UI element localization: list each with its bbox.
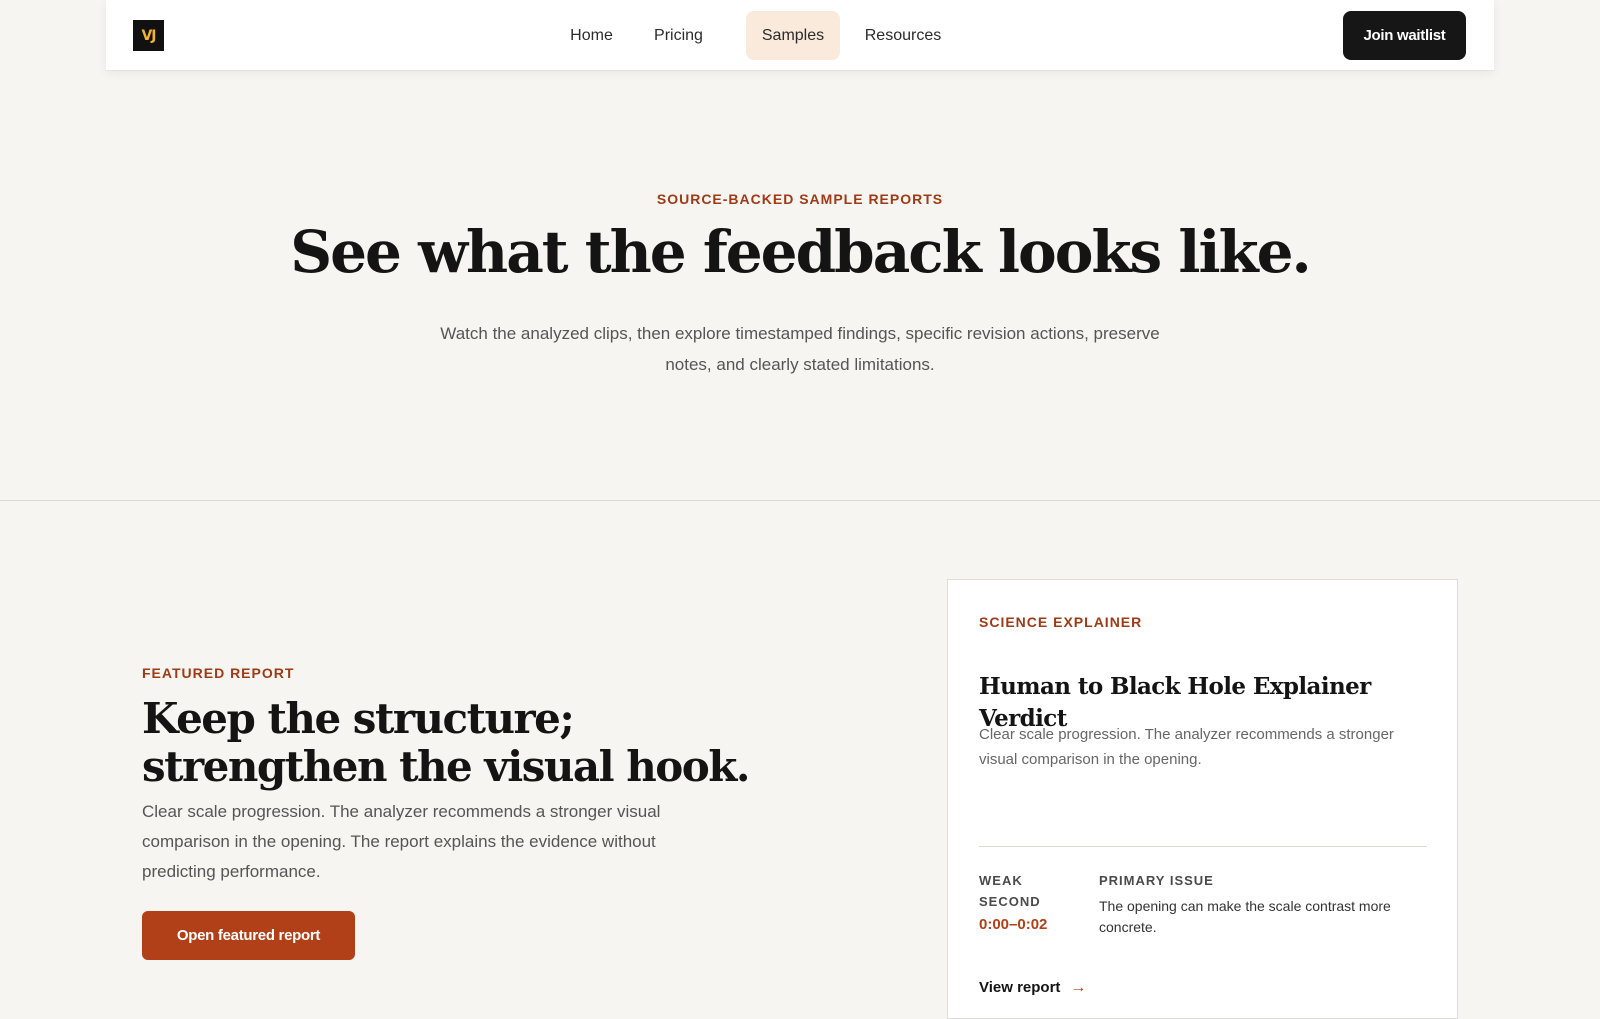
weak-second-time: 0:00–0:02 bbox=[979, 916, 1048, 933]
view-report-label: View report bbox=[979, 979, 1061, 996]
main-nav: Home Pricing Samples Resources bbox=[106, 11, 1494, 60]
top-navigation-bar: VJ Home Pricing Samples Resources Join w… bbox=[106, 0, 1494, 71]
sample-report-card: SCIENCE EXPLAINER Human to Black Hole Ex… bbox=[947, 579, 1458, 1019]
hero-subtitle: Watch the analyzed clips, then explore t… bbox=[440, 324, 1160, 374]
nav-resources[interactable]: Resources bbox=[854, 11, 952, 60]
card-divider bbox=[979, 846, 1427, 847]
primary-issue-text: The opening can make the scale contrast … bbox=[1099, 898, 1391, 935]
featured-description: Clear scale progression. The analyzer re… bbox=[142, 802, 661, 881]
hero-title: See what the feedback looks like. bbox=[290, 218, 1312, 286]
featured-eyebrow: FEATURED REPORT bbox=[142, 665, 295, 681]
open-featured-report-button[interactable]: Open featured report bbox=[142, 911, 355, 960]
weak-second-label: WEAK SECOND bbox=[979, 873, 1041, 909]
nav-home[interactable]: Home bbox=[559, 11, 624, 60]
join-waitlist-button[interactable]: Join waitlist bbox=[1343, 11, 1466, 60]
card-category: SCIENCE EXPLAINER bbox=[979, 614, 1143, 630]
view-report-link[interactable]: View report → bbox=[979, 979, 1086, 997]
primary-issue-label: PRIMARY ISSUE bbox=[1099, 873, 1214, 888]
card-description: Clear scale progression. The analyzer re… bbox=[979, 726, 1394, 768]
nav-pricing[interactable]: Pricing bbox=[641, 11, 716, 60]
section-divider bbox=[0, 500, 1600, 501]
nav-samples[interactable]: Samples bbox=[746, 11, 840, 60]
featured-title: Keep the structure; strengthen the visua… bbox=[142, 694, 751, 791]
arrow-right-icon: → bbox=[1070, 979, 1087, 996]
hero-eyebrow: SOURCE-BACKED SAMPLE REPORTS bbox=[656, 191, 944, 207]
